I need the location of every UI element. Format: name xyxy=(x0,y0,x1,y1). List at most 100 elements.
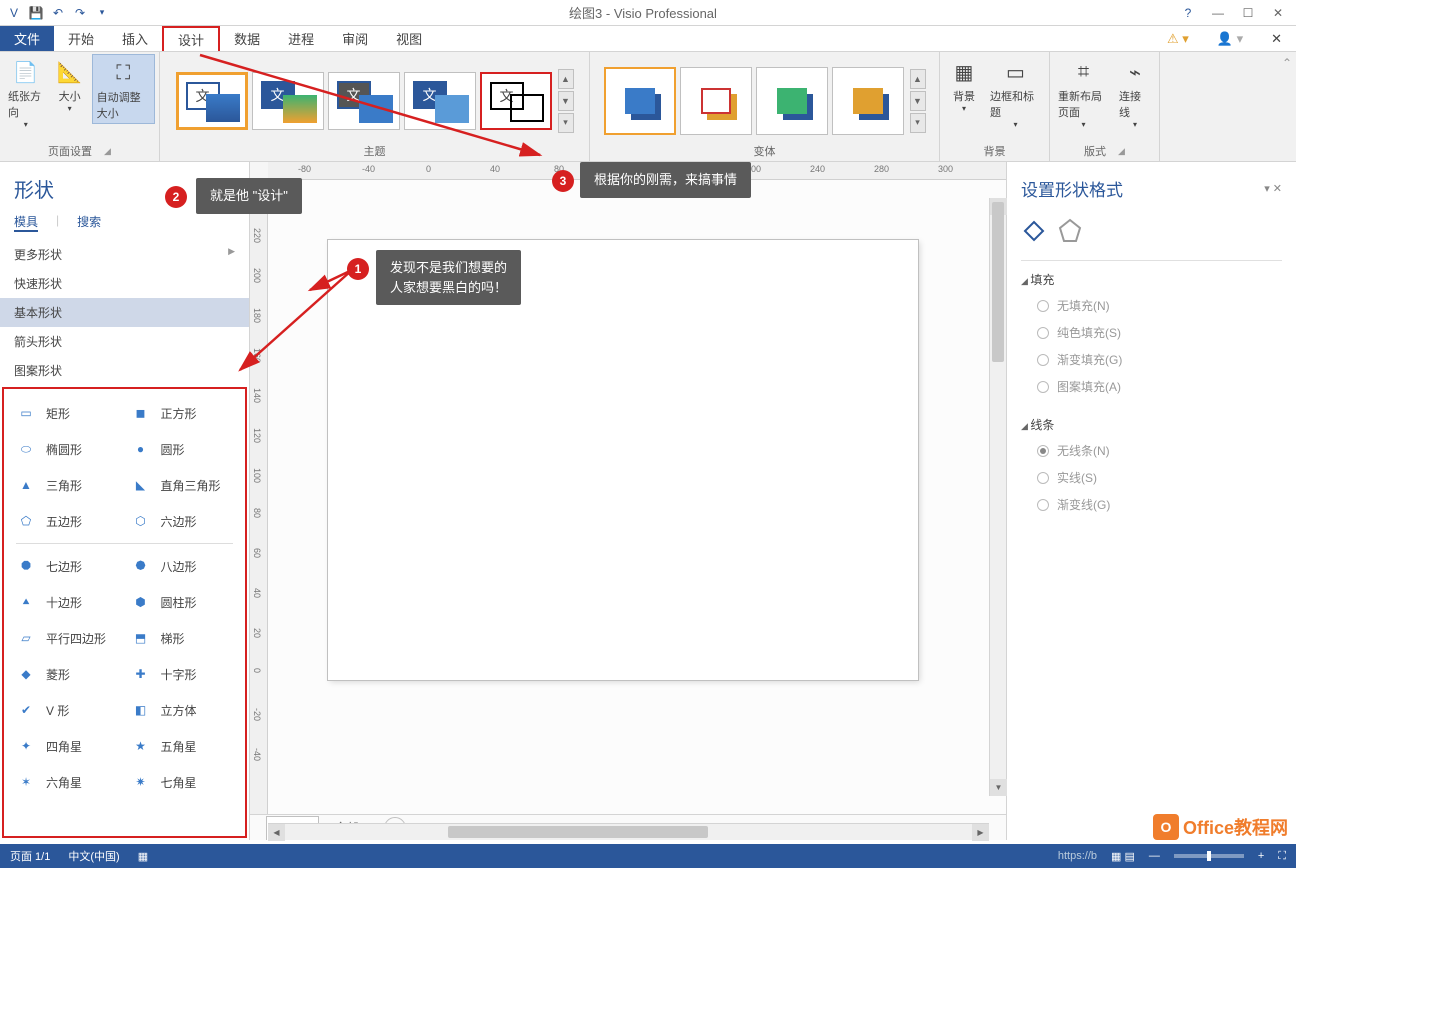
shape-item[interactable]: ▭矩形 xyxy=(10,395,125,431)
account-icon[interactable]: 👤 ▾ xyxy=(1203,26,1257,51)
save-icon[interactable]: 💾 xyxy=(26,3,46,23)
fill-option[interactable]: 图案填充(A) xyxy=(1021,373,1282,400)
maximize-icon[interactable]: ☐ xyxy=(1234,3,1262,23)
shape-item[interactable]: ●圆形 xyxy=(125,431,240,467)
theme-thumb-2[interactable]: 文 xyxy=(252,72,324,130)
shape-item[interactable]: ✦四角星 xyxy=(10,728,125,764)
variants-scroll-down-icon[interactable]: ▼ xyxy=(910,91,926,111)
help-icon[interactable]: ? xyxy=(1174,3,1202,23)
variants-scroll-up-icon[interactable]: ▲ xyxy=(910,69,926,89)
scroll-thumb-v[interactable] xyxy=(992,202,1004,362)
shape-item[interactable]: ◼正方形 xyxy=(125,395,240,431)
undo-icon[interactable]: ↶ xyxy=(48,3,68,23)
shape-item[interactable]: ⯃七边形 xyxy=(10,548,125,584)
close-doc-icon[interactable]: ✕ xyxy=(1257,26,1296,51)
fill-line-tab-icon[interactable] xyxy=(1021,217,1047,246)
zoom-in-icon[interactable]: + xyxy=(1258,850,1264,862)
fill-option[interactable]: 渐变填充(G) xyxy=(1021,346,1282,373)
autofit-button[interactable]: ⛶自动调整大小 xyxy=(92,54,155,124)
relayout-button[interactable]: ⌗重新布局页面▾ xyxy=(1054,54,1113,131)
shape-item[interactable]: ⬢圆柱形 xyxy=(125,584,240,620)
stencil-tab[interactable]: 模具 xyxy=(14,213,38,232)
arrow-shapes-item[interactable]: 箭头形状 xyxy=(0,327,249,356)
macro-icon[interactable]: ▦ xyxy=(138,850,148,863)
view-icons[interactable]: ▦ ▤ xyxy=(1111,850,1135,863)
border-title-button[interactable]: ▭边框和标题▾ xyxy=(986,54,1045,131)
theme-thumb-5[interactable]: 文 xyxy=(480,72,552,130)
dialog-launcher-icon[interactable]: ◢ xyxy=(104,146,111,157)
fill-option[interactable]: 无填充(N) xyxy=(1021,292,1282,319)
themes-scroll-up-icon[interactable]: ▲ xyxy=(558,69,574,89)
theme-thumb-1[interactable]: 文 xyxy=(176,72,248,130)
language-status[interactable]: 中文(中国) xyxy=(68,848,119,864)
shape-item[interactable]: ⬠五边形 xyxy=(10,503,125,539)
theme-thumb-4[interactable]: 文 xyxy=(404,72,476,130)
shape-item[interactable]: ▱平行四边形 xyxy=(10,620,125,656)
theme-thumb-3[interactable]: 文 xyxy=(328,72,400,130)
shape-item[interactable]: ✶六角星 xyxy=(10,764,125,800)
qat-dropdown-icon[interactable]: ▾ xyxy=(92,3,112,23)
shape-item[interactable]: ◧立方体 xyxy=(125,692,240,728)
shape-item[interactable]: ★五角星 xyxy=(125,728,240,764)
tab-data[interactable]: 数据 xyxy=(220,26,274,51)
close-icon[interactable]: ✕ xyxy=(1264,3,1292,23)
collapse-ribbon-icon[interactable]: ⌃ xyxy=(1282,56,1292,70)
horizontal-scrollbar[interactable]: ◀ ▶ xyxy=(268,823,989,840)
connectors-button[interactable]: ⌁连接线▾ xyxy=(1115,54,1155,131)
warning-icon[interactable]: ⚠ ▾ xyxy=(1153,26,1203,51)
shape-item[interactable]: ✚十字形 xyxy=(125,656,240,692)
scroll-right-icon[interactable]: ▶ xyxy=(972,824,989,841)
search-tab[interactable]: 搜索 xyxy=(77,213,101,232)
shape-item[interactable]: ◣直角三角形 xyxy=(125,467,240,503)
line-option[interactable]: 实线(S) xyxy=(1021,464,1282,491)
quick-shapes-item[interactable]: 快速形状 xyxy=(0,269,249,298)
scroll-thumb-h[interactable] xyxy=(448,826,708,838)
shape-item[interactable]: ◆菱形 xyxy=(10,656,125,692)
tab-file[interactable]: 文件 xyxy=(0,26,54,51)
variants-more-icon[interactable]: ▾ xyxy=(910,113,926,133)
themes-more-icon[interactable]: ▾ xyxy=(558,113,574,133)
zoom-out-icon[interactable]: — xyxy=(1149,850,1160,862)
line-option[interactable]: 渐变线(G) xyxy=(1021,491,1282,518)
orientation-button[interactable]: 📄纸张方向▾ xyxy=(4,54,48,131)
tab-view[interactable]: 视图 xyxy=(382,26,436,51)
shape-item[interactable]: ⯅十边形 xyxy=(10,584,125,620)
basic-shapes-item[interactable]: 基本形状 xyxy=(0,298,249,327)
tab-design[interactable]: 设计 xyxy=(162,26,220,51)
drawing-page[interactable] xyxy=(328,240,918,680)
shape-item[interactable]: ⬒梯形 xyxy=(125,620,240,656)
shape-item[interactable]: ✷七角星 xyxy=(125,764,240,800)
zoom-level[interactable]: ⛶ xyxy=(1278,850,1286,863)
pattern-shapes-item[interactable]: 图案形状 xyxy=(0,356,249,385)
shape-item[interactable]: ▲三角形 xyxy=(10,467,125,503)
more-shapes-item[interactable]: 更多形状▶ xyxy=(0,240,249,269)
layout-launcher-icon[interactable]: ◢ xyxy=(1118,146,1125,157)
tab-process[interactable]: 进程 xyxy=(274,26,328,51)
background-button[interactable]: ▦背景▾ xyxy=(944,54,984,115)
fill-section-header[interactable]: 填充 xyxy=(1021,267,1282,292)
pane-menu-icon[interactable]: ▾ ✕ xyxy=(1264,182,1282,195)
shape-item[interactable]: ⬭椭圆形 xyxy=(10,431,125,467)
minimize-icon[interactable]: — xyxy=(1204,3,1232,23)
variant-thumb-4[interactable] xyxy=(832,67,904,135)
tab-insert[interactable]: 插入 xyxy=(108,26,162,51)
variant-thumb-3[interactable] xyxy=(756,67,828,135)
scroll-left-icon[interactable]: ◀ xyxy=(268,824,285,841)
themes-scroll-down-icon[interactable]: ▼ xyxy=(558,91,574,111)
shape-item[interactable]: ⬡六边形 xyxy=(125,503,240,539)
line-option[interactable]: 无线条(N) xyxy=(1021,437,1282,464)
tab-review[interactable]: 审阅 xyxy=(328,26,382,51)
redo-icon[interactable]: ↷ xyxy=(70,3,90,23)
shape-item[interactable]: ⯄八边形 xyxy=(125,548,240,584)
line-section-header[interactable]: 线条 xyxy=(1021,412,1282,437)
tab-start[interactable]: 开始 xyxy=(54,26,108,51)
scroll-down-icon[interactable]: ▼ xyxy=(990,779,1007,796)
zoom-slider[interactable] xyxy=(1174,854,1244,858)
variant-thumb-2[interactable] xyxy=(680,67,752,135)
effects-tab-icon[interactable] xyxy=(1057,217,1083,246)
shape-item[interactable]: ✔V 形 xyxy=(10,692,125,728)
variant-thumb-1[interactable] xyxy=(604,67,676,135)
visio-icon[interactable]: V xyxy=(4,3,24,23)
fill-option[interactable]: 纯色填充(S) xyxy=(1021,319,1282,346)
size-button[interactable]: 📐大小▾ xyxy=(50,54,90,115)
